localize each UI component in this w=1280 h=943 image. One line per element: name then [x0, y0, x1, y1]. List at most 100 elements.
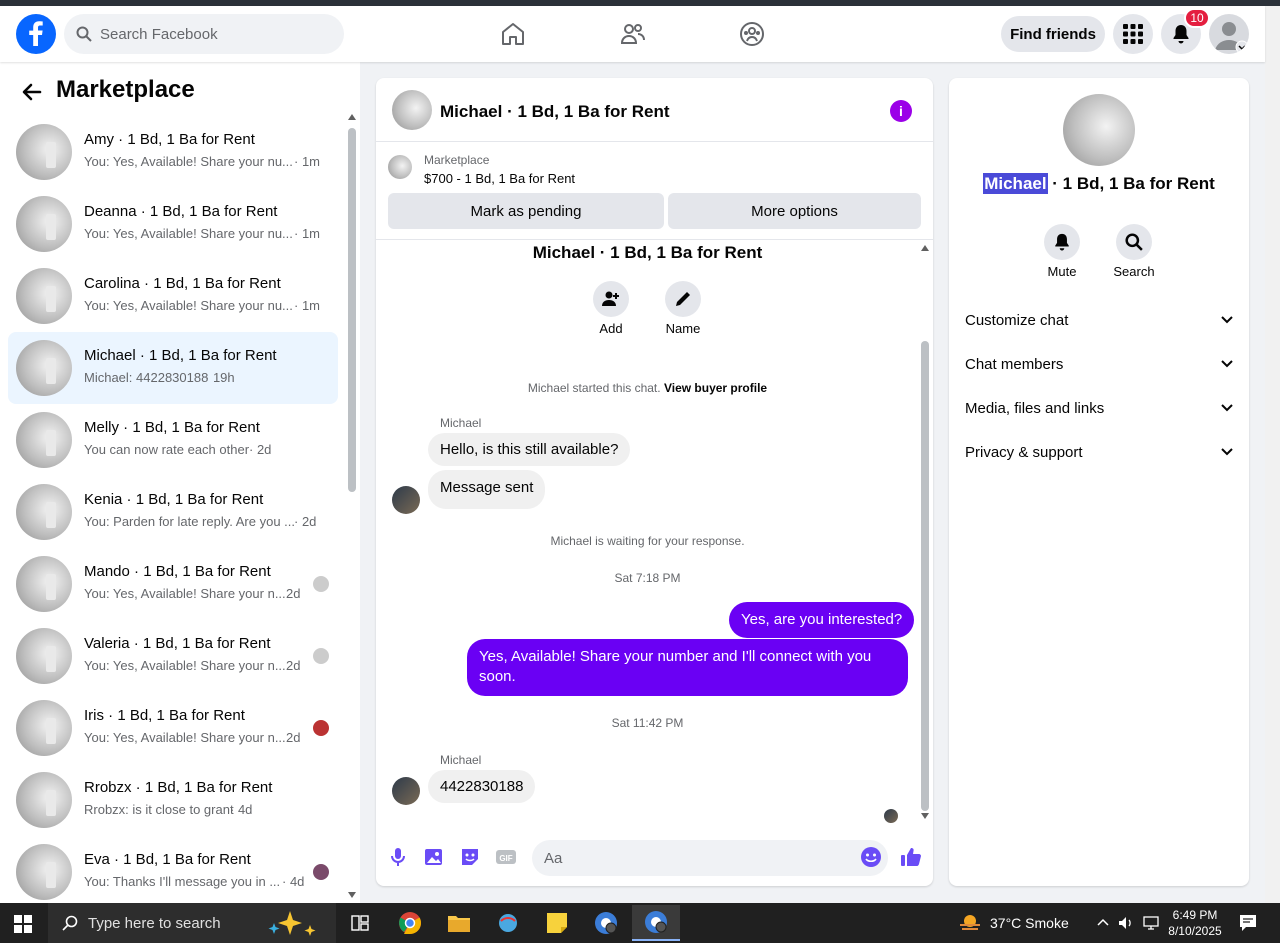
taskbar-search-input[interactable]: Type here to search — [48, 903, 336, 943]
mark-as-pending-button[interactable]: Mark as pending — [388, 193, 664, 229]
chat-members-section[interactable]: Chat members — [965, 342, 1233, 386]
media-files-links-section[interactable]: Media, files and links — [965, 386, 1233, 430]
incoming-message[interactable]: Message sent — [428, 470, 546, 509]
highlighted-name[interactable]: Michael — [983, 173, 1048, 194]
file-explorer-icon[interactable] — [441, 907, 477, 939]
conversation-preview: You: Thanks I'll message you in ... — [84, 874, 281, 889]
chevron-up-icon[interactable] — [1096, 915, 1110, 929]
photo-icon[interactable] — [423, 846, 445, 868]
chat-avatar[interactable] — [392, 90, 432, 130]
message-input[interactable]: Aa — [532, 840, 888, 876]
conversation-preview: You: Yes, Available! Share your nu... — [84, 226, 293, 241]
sticker-icon[interactable] — [459, 846, 481, 868]
message-thread-scrollbar[interactable] — [919, 241, 931, 821]
scroll-up-arrow-icon[interactable] — [921, 245, 929, 251]
sender-avatar[interactable] — [392, 777, 420, 805]
notification-center-icon[interactable] — [1238, 913, 1258, 933]
listing-price-title[interactable]: $700 - 1 Bd, 1 Ba for Rent — [424, 171, 575, 186]
conversation-item-amy[interactable]: Amy · 1 Bd, 1 Ba for Rent You: Yes, Avai… — [8, 116, 338, 188]
network-icon[interactable] — [1142, 915, 1160, 931]
search-in-chat-icon[interactable] — [1116, 224, 1152, 260]
back-arrow-icon[interactable] — [20, 80, 44, 104]
conversation-list-scrollbar[interactable] — [346, 112, 358, 902]
conversation-time: 2d — [286, 586, 301, 601]
scrollbar-thumb[interactable] — [348, 128, 356, 492]
conversation-item-kenia[interactable]: Kenia · 1 Bd, 1 Ba for Rent You: Parden … — [8, 476, 338, 548]
mute-bell-icon[interactable] — [1044, 224, 1080, 260]
microphone-icon[interactable] — [387, 846, 409, 868]
listing-thumbnail[interactable] — [388, 155, 412, 179]
sticky-notes-icon[interactable] — [539, 907, 575, 939]
friends-icon[interactable] — [619, 20, 647, 48]
conversation-item-mando[interactable]: Mando · 1 Bd, 1 Ba for Rent You: Yes, Av… — [8, 548, 338, 620]
groups-icon[interactable] — [738, 20, 766, 48]
conversation-item-carolina[interactable]: Carolina · 1 Bd, 1 Ba for Rent You: Yes,… — [8, 260, 338, 332]
section-label: Privacy & support — [965, 443, 1083, 461]
conversation-name: Kenia · 1 Bd, 1 Ba for Rent — [84, 491, 264, 508]
chrome-profile-icon[interactable] — [588, 907, 624, 939]
top-navigation-bar: Search Facebook Find friends 10 — [0, 6, 1265, 62]
find-friends-button[interactable]: Find friends — [1001, 16, 1105, 52]
system-clock[interactable]: 6:49 PM 8/10/2025 — [1160, 907, 1230, 939]
outgoing-message[interactable]: Yes, Available! Share your number and I'… — [467, 639, 908, 696]
marketplace-inbox-panel: Marketplace Amy · 1 Bd, 1 Ba for Rent Yo… — [0, 62, 360, 903]
chrome-active-window-icon[interactable] — [632, 905, 680, 941]
snipping-tool-icon[interactable] — [490, 907, 526, 939]
message-composer: GIF Aa — [376, 836, 933, 880]
incoming-message[interactable]: 4422830188 — [428, 770, 536, 803]
more-options-button[interactable]: More options — [668, 193, 921, 229]
add-label: Add — [599, 321, 623, 336]
weather-widget[interactable]: 37°C Smoke — [958, 913, 1069, 933]
conversation-preview: You: Yes, Available! Share your n... — [84, 586, 286, 601]
conversation-name: Iris · 1 Bd, 1 Ba for Rent — [84, 707, 245, 724]
conversation-item-eva[interactable]: Eva · 1 Bd, 1 Ba for Rent You: Thanks I'… — [8, 836, 338, 908]
customize-chat-section[interactable]: Customize chat — [965, 298, 1233, 342]
listing-thumbnail — [16, 268, 72, 324]
scrollbar-thumb[interactable] — [921, 341, 929, 811]
conversation-time: 2d — [286, 730, 301, 745]
sender-name: Michael — [440, 753, 482, 767]
scroll-up-arrow-icon[interactable] — [348, 114, 356, 120]
listing-thumbnail — [16, 844, 72, 900]
scroll-down-arrow-icon[interactable] — [348, 892, 356, 898]
listing-thumbnail — [16, 628, 72, 684]
listing-avatar[interactable] — [1063, 94, 1135, 166]
account-avatar[interactable] — [1209, 14, 1249, 54]
windows-start-icon[interactable] — [14, 915, 32, 933]
conversation-item-rrobzx[interactable]: Rrobzx · 1 Bd, 1 Ba for Rent Rrobzx: is … — [8, 764, 338, 836]
info-icon[interactable]: i — [890, 100, 912, 122]
sender-avatar[interactable] — [392, 486, 420, 514]
chat-details-panel: Michael · 1 Bd, 1 Ba for Rent Mute Searc… — [949, 78, 1249, 886]
scroll-down-arrow-icon[interactable] — [921, 813, 929, 819]
conversation-item-valeria[interactable]: Valeria · 1 Bd, 1 Ba for Rent You: Yes, … — [8, 620, 338, 692]
conversation-item-melly[interactable]: Melly · 1 Bd, 1 Ba for Rent You can now … — [8, 404, 338, 476]
menu-grid-icon[interactable] — [1113, 14, 1153, 54]
thumbs-up-icon[interactable] — [900, 846, 922, 868]
task-view-icon[interactable] — [342, 907, 378, 939]
view-buyer-profile-link[interactable]: View buyer profile — [664, 381, 767, 395]
emoji-icon[interactable] — [860, 846, 882, 868]
page-scrollbar[interactable] — [1265, 6, 1280, 903]
privacy-support-section[interactable]: Privacy & support — [965, 430, 1233, 474]
name-label: Name — [665, 321, 701, 336]
notification-badge: 10 — [1184, 8, 1210, 28]
outgoing-message[interactable]: Yes, are you interested? — [729, 602, 915, 638]
conversation-item-deanna[interactable]: Deanna · 1 Bd, 1 Ba for Rent You: Yes, A… — [8, 188, 338, 260]
conversation-item-iris[interactable]: Iris · 1 Bd, 1 Ba for Rent You: Yes, Ava… — [8, 692, 338, 764]
facebook-search-input[interactable]: Search Facebook — [64, 14, 344, 54]
chrome-icon[interactable] — [392, 907, 428, 939]
home-icon[interactable] — [499, 20, 527, 48]
conversation-item-michael[interactable]: Michael · 1 Bd, 1 Ba for Rent Michael: 4… — [8, 332, 338, 404]
add-person-icon[interactable] — [593, 281, 629, 317]
conversation-time: · 4d — [230, 802, 253, 817]
conversation-preview: You: Yes, Available! Share your n... — [84, 658, 286, 673]
message-thread: Michael · 1 Bd, 1 Ba for Rent Add Name M… — [376, 241, 933, 823]
facebook-logo-icon[interactable] — [16, 14, 56, 54]
chat-started-notice: Michael started this chat. View buyer pr… — [376, 381, 919, 395]
incoming-message[interactable]: Hello, is this still available? — [428, 433, 631, 466]
volume-icon[interactable] — [1118, 915, 1134, 931]
chat-title[interactable]: Michael · 1 Bd, 1 Ba for Rent — [440, 102, 670, 122]
gif-icon[interactable]: GIF — [495, 846, 517, 868]
conversation-time: · 2d — [249, 442, 272, 457]
edit-name-pencil-icon[interactable] — [665, 281, 701, 317]
